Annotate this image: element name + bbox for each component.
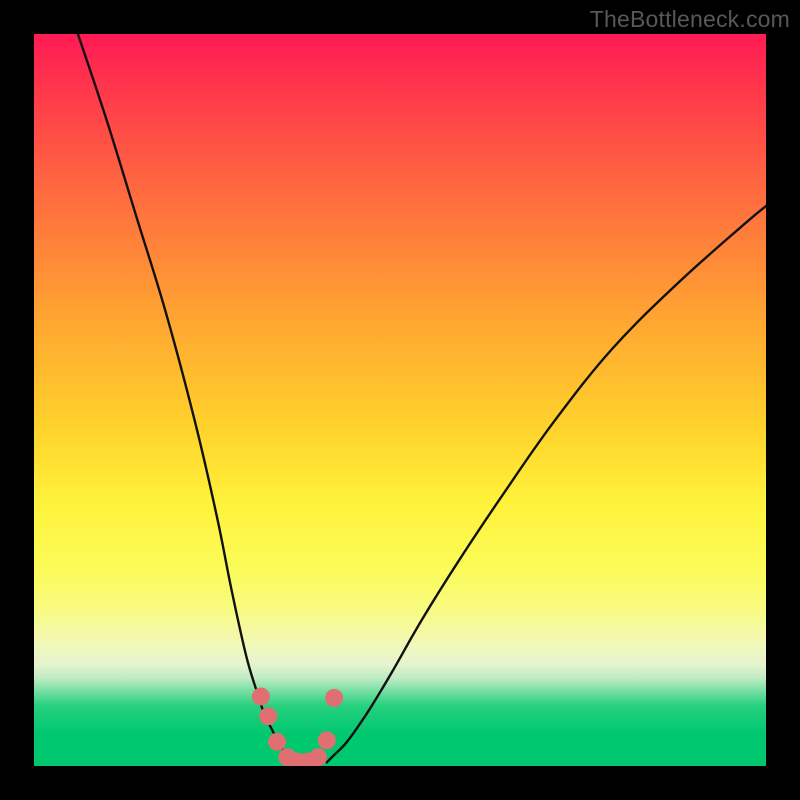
curve-left-curve <box>78 34 294 762</box>
marker-dot <box>252 687 270 705</box>
marker-dot <box>259 707 277 725</box>
chart-frame: TheBottleneck.com <box>0 0 800 800</box>
marker-dot <box>309 748 327 766</box>
watermark-text: TheBottleneck.com <box>590 6 790 33</box>
marker-dot <box>268 733 286 751</box>
curve-right-curve <box>327 206 766 762</box>
marker-dot <box>325 689 343 707</box>
marker-dot <box>318 731 336 749</box>
curves-svg <box>34 34 766 766</box>
plot-area <box>34 34 766 766</box>
